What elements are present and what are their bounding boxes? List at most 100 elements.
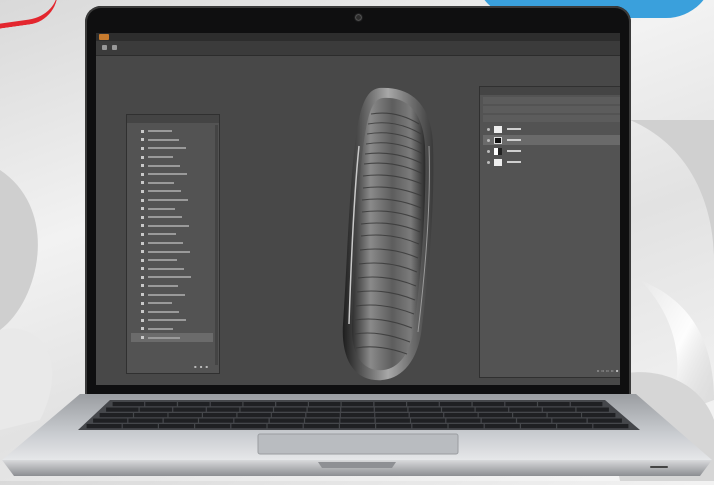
- history-row[interactable]: [131, 299, 213, 308]
- keyboard-key[interactable]: [582, 413, 616, 418]
- keyboard-key[interactable]: [407, 402, 439, 407]
- history-row[interactable]: [131, 239, 213, 248]
- history-row[interactable]: [131, 222, 213, 231]
- keyboard-key[interactable]: [99, 413, 133, 418]
- layer-row[interactable]: [483, 124, 620, 134]
- keyboard-key[interactable]: [340, 413, 375, 418]
- history-row[interactable]: [131, 247, 213, 256]
- keyboard-key[interactable]: [446, 418, 481, 423]
- keyboard-key[interactable]: [538, 402, 570, 407]
- keyboard-key[interactable]: [145, 402, 177, 407]
- history-row[interactable]: [131, 170, 213, 179]
- keyboard-key[interactable]: [240, 407, 273, 412]
- history-row[interactable]: [131, 333, 213, 342]
- history-row[interactable]: [131, 136, 213, 145]
- keyboard-key[interactable]: [521, 424, 556, 429]
- keyboard-key[interactable]: [505, 402, 537, 407]
- keyboard-key[interactable]: [168, 413, 202, 418]
- keyboard-key[interactable]: [237, 413, 271, 418]
- keyboard-key[interactable]: [570, 402, 603, 407]
- layers-filter-row[interactable]: [483, 97, 620, 104]
- keyboard-key[interactable]: [199, 418, 234, 423]
- history-row[interactable]: [131, 204, 213, 213]
- keyboard-key[interactable]: [374, 402, 407, 407]
- history-panel-buttons[interactable]: ▪▪▪: [194, 364, 211, 369]
- history-row[interactable]: [131, 256, 213, 265]
- keyboard-key[interactable]: [203, 413, 237, 418]
- layer-row[interactable]: [483, 146, 620, 156]
- history-row[interactable]: [131, 265, 213, 274]
- keyboard-key[interactable]: [376, 424, 412, 429]
- keyboard-key[interactable]: [412, 424, 448, 429]
- history-row[interactable]: [131, 273, 213, 282]
- layer-row[interactable]: [483, 135, 620, 145]
- history-row[interactable]: [131, 127, 213, 136]
- keyboard-key[interactable]: [276, 402, 308, 407]
- keyboard-key[interactable]: [159, 424, 194, 429]
- keyboard-key[interactable]: [134, 413, 168, 418]
- keyboard-key[interactable]: [547, 413, 581, 418]
- keyboard-key[interactable]: [303, 424, 339, 429]
- history-row[interactable]: [131, 187, 213, 196]
- keyboard-key[interactable]: [509, 407, 542, 412]
- history-row[interactable]: [131, 325, 213, 334]
- keyboard-key[interactable]: [86, 424, 122, 429]
- eye-icon[interactable]: [487, 138, 490, 142]
- layer-row[interactable]: [483, 157, 620, 167]
- history-scrollbar[interactable]: [215, 125, 218, 365]
- move-tool-icon[interactable]: [102, 45, 107, 50]
- layers-panel-buttons[interactable]: ▫▫▫▫▪▪: [597, 368, 620, 373]
- keyboard-key[interactable]: [340, 418, 375, 423]
- keyboard-key[interactable]: [552, 418, 587, 423]
- keyboard-key[interactable]: [122, 424, 158, 429]
- keyboard-key[interactable]: [106, 407, 139, 412]
- keyboard-key[interactable]: [542, 407, 576, 412]
- keyboard-key[interactable]: [557, 424, 593, 429]
- layers-blend-row[interactable]: [483, 106, 620, 113]
- history-row[interactable]: [131, 213, 213, 222]
- keyboard-key[interactable]: [484, 424, 520, 429]
- keyboard-key[interactable]: [475, 407, 509, 412]
- trackpad[interactable]: [257, 433, 459, 455]
- keyboard-key[interactable]: [305, 418, 340, 423]
- history-row[interactable]: [131, 196, 213, 205]
- keyboard-key[interactable]: [448, 424, 484, 429]
- keyboard-key[interactable]: [178, 402, 210, 407]
- history-row[interactable]: [131, 316, 213, 325]
- keyboard-key[interactable]: [409, 413, 444, 418]
- eye-icon[interactable]: [487, 149, 490, 153]
- keyboard-key[interactable]: [112, 402, 145, 407]
- keyboard-key[interactable]: [269, 418, 304, 423]
- history-row[interactable]: [131, 161, 213, 170]
- keyboard-key[interactable]: [271, 413, 306, 418]
- history-row[interactable]: [131, 290, 213, 299]
- eye-icon[interactable]: [487, 127, 490, 131]
- keyboard-key[interactable]: [163, 418, 198, 423]
- eye-icon[interactable]: [487, 160, 490, 164]
- keyboard-key[interactable]: [442, 407, 475, 412]
- keyboard-key[interactable]: [375, 413, 409, 418]
- keyboard-key[interactable]: [478, 413, 512, 418]
- keyboard-key[interactable]: [375, 418, 410, 423]
- keyboard-key[interactable]: [340, 424, 375, 429]
- layers-panel-tabs[interactable]: [480, 87, 620, 95]
- keyboard-key[interactable]: [243, 402, 276, 407]
- keyboard-key[interactable]: [274, 407, 307, 412]
- keyboard-key[interactable]: [206, 407, 240, 412]
- keyboard-key[interactable]: [173, 407, 206, 412]
- keyboard-key[interactable]: [576, 407, 609, 412]
- keyboard-key[interactable]: [231, 424, 267, 429]
- keyboard-key[interactable]: [444, 413, 478, 418]
- keyboard-key[interactable]: [587, 418, 622, 423]
- keyboard-key[interactable]: [481, 418, 516, 423]
- keyboard-key[interactable]: [411, 418, 446, 423]
- keyboard-key[interactable]: [139, 407, 173, 412]
- history-row[interactable]: [131, 282, 213, 291]
- keyboard-key[interactable]: [408, 407, 441, 412]
- keyboard-key[interactable]: [341, 407, 374, 412]
- keyboard-key[interactable]: [513, 413, 547, 418]
- history-row[interactable]: [131, 144, 213, 153]
- history-row[interactable]: [131, 230, 213, 239]
- keyboard-key[interactable]: [439, 402, 472, 407]
- history-row[interactable]: [131, 307, 213, 316]
